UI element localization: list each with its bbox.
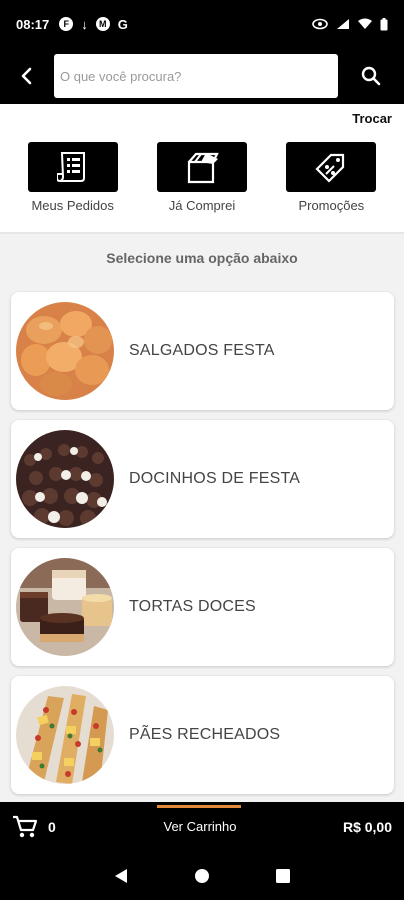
trocar-link[interactable]: Trocar bbox=[352, 111, 392, 126]
triangle-back-icon bbox=[114, 869, 127, 883]
category-card-paes[interactable]: PÃES RECHEADOS bbox=[11, 676, 394, 794]
motorola-icon: M bbox=[95, 17, 110, 31]
download-icon: ↓ bbox=[81, 16, 88, 32]
battery-icon bbox=[380, 17, 388, 30]
my-orders-button[interactable]: Meus Pedidos bbox=[13, 142, 133, 214]
notification-icons: F ↓ M G bbox=[59, 17, 128, 32]
box-icon bbox=[156, 142, 247, 192]
active-indicator bbox=[157, 805, 241, 808]
signal-icon bbox=[337, 19, 349, 29]
cart-count: 0 bbox=[48, 819, 56, 835]
nav-recents-button[interactable] bbox=[268, 861, 298, 891]
section-subtitle: Selecione uma opção abaixo bbox=[0, 234, 404, 282]
receipt-icon bbox=[27, 142, 118, 192]
nav-back-button[interactable] bbox=[106, 861, 136, 891]
search-icon bbox=[361, 66, 381, 86]
status-time: 08:17 bbox=[16, 16, 50, 32]
promotions-button[interactable]: Promoções bbox=[271, 142, 391, 214]
tortas-image bbox=[16, 558, 114, 656]
paes-image bbox=[16, 686, 114, 784]
cart-icon bbox=[13, 815, 38, 838]
system-icons bbox=[312, 17, 388, 31]
already-bought-label: Já Comprei bbox=[168, 198, 236, 213]
category-card-docinhos[interactable]: DOCINHOS DE FESTA bbox=[11, 420, 394, 538]
notification-icon: F bbox=[59, 17, 74, 31]
category-label: SALGADOS FESTA bbox=[129, 342, 275, 359]
salgados-image bbox=[16, 302, 114, 400]
search-field[interactable] bbox=[54, 54, 338, 98]
category-label: PÃES RECHEADOS bbox=[129, 726, 281, 743]
promotions-label: Promoções bbox=[298, 198, 365, 213]
nav-home-button[interactable] bbox=[187, 861, 217, 891]
quick-actions: Meus Pedidos Já Comprei Promoções bbox=[0, 142, 404, 214]
eye-icon bbox=[312, 18, 328, 30]
docinhos-image bbox=[16, 430, 114, 528]
google-icon: G bbox=[117, 16, 128, 32]
cart-total: R$ 0,00 bbox=[342, 819, 392, 835]
tag-icon bbox=[286, 142, 377, 192]
category-label: DOCINHOS DE FESTA bbox=[129, 470, 301, 487]
category-list: SALGADOS FESTA DOCINHOS DE FESTA TORTAS … bbox=[0, 282, 404, 802]
back-button[interactable] bbox=[0, 48, 54, 104]
system-nav-bar bbox=[0, 852, 404, 900]
search-input[interactable] bbox=[60, 68, 332, 84]
category-card-salgados[interactable]: SALGADOS FESTA bbox=[11, 292, 394, 410]
cart-bar: 0 Ver Carrinho R$ 0,00 bbox=[0, 802, 404, 852]
view-cart-button[interactable]: Ver Carrinho bbox=[150, 819, 250, 834]
cart-button[interactable]: 0 bbox=[0, 815, 120, 839]
category-card-tortas[interactable]: TORTAS DOCES bbox=[11, 548, 394, 666]
my-orders-label: Meus Pedidos bbox=[31, 198, 114, 213]
already-bought-button[interactable]: Já Comprei bbox=[142, 142, 262, 214]
wifi-icon bbox=[358, 18, 372, 29]
header-bar bbox=[0, 48, 404, 104]
arrow-left-icon bbox=[21, 67, 32, 85]
square-recents-icon bbox=[276, 869, 291, 883]
status-bar: 08:17 F ↓ M G bbox=[0, 0, 404, 48]
circle-home-icon bbox=[194, 869, 209, 883]
category-label: TORTAS DOCES bbox=[129, 598, 256, 615]
search-button[interactable] bbox=[338, 48, 404, 104]
